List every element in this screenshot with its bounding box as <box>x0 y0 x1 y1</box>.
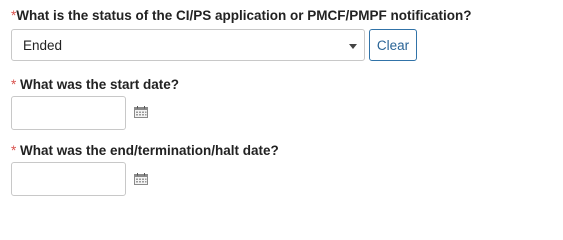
end-date-label: * What was the end/termination/halt date… <box>11 143 279 159</box>
status-selected-value: Ended <box>23 38 63 53</box>
end-date-text: What was the end/termination/halt date? <box>16 143 279 158</box>
start-date-input[interactable] <box>11 96 126 130</box>
status-question-label: *What is the status of the CI/PS applica… <box>11 8 472 24</box>
chevron-down-icon[interactable] <box>349 44 357 49</box>
start-date-text: What was the start date? <box>16 77 180 92</box>
clear-button[interactable]: Clear <box>369 29 417 61</box>
status-select[interactable]: Ended <box>11 29 365 61</box>
start-date-label: * What was the start date? <box>11 77 179 93</box>
calendar-icon[interactable] <box>134 106 148 118</box>
end-date-input[interactable] <box>11 162 126 196</box>
calendar-icon[interactable] <box>134 173 148 185</box>
status-question-text: What is the status of the CI/PS applicat… <box>16 8 472 23</box>
